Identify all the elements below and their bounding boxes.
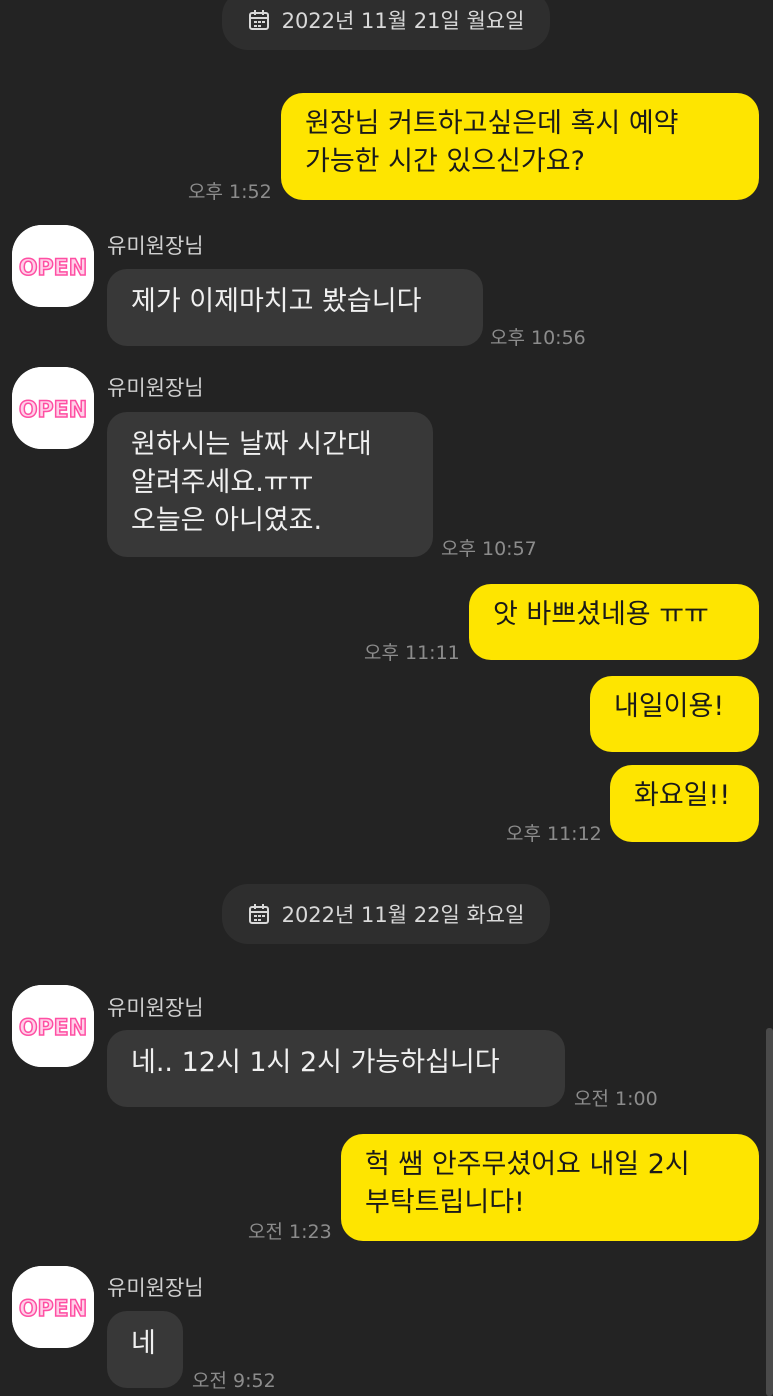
date-label: 2022년 11월 22일 화요일	[281, 903, 525, 927]
calendar-icon	[248, 10, 269, 30]
message-time: 오후 11:11	[364, 642, 460, 664]
svg-text:OPEN: OPEN	[19, 1016, 87, 1041]
message-time: 오전 1:00	[574, 1088, 658, 1110]
avatar[interactable]: OPEN	[12, 1266, 94, 1348]
message-time: 오후 11:12	[506, 823, 602, 845]
message-bubble-received[interactable]: 제가 이제마치고 봤습니다	[107, 269, 483, 346]
scrollbar[interactable]	[766, 1028, 773, 1396]
message-time: 오전 1:23	[248, 1221, 332, 1243]
message-bubble-received[interactable]: 네	[107, 1311, 183, 1388]
avatar[interactable]: OPEN	[12, 367, 94, 449]
sender-name: 유미원장님	[107, 1276, 204, 1300]
svg-text:OPEN: OPEN	[19, 398, 87, 423]
message-time: 오전 9:52	[192, 1370, 276, 1392]
message-time: 오후 10:56	[490, 327, 586, 349]
sender-name: 유미원장님	[107, 376, 204, 400]
open-sign-icon: OPEN	[12, 225, 94, 307]
message-bubble-sent[interactable]: 헉 쌤 안주무셨어요 내일 2시 부탁트립니다!	[341, 1134, 759, 1241]
sender-name: 유미원장님	[107, 996, 204, 1020]
message-bubble-sent[interactable]: 화요일!!	[610, 765, 759, 842]
message-bubble-sent[interactable]: 앗 바쁘셨네용 ㅠㅠ	[469, 584, 759, 660]
open-sign-icon: OPEN	[12, 985, 94, 1067]
date-separator: 2022년 11월 22일 화요일	[222, 884, 550, 944]
open-sign-icon: OPEN	[12, 1266, 94, 1348]
calendar-icon	[248, 904, 269, 924]
svg-text:OPEN: OPEN	[19, 256, 87, 281]
message-bubble-received[interactable]: 원하시는 날짜 시간대 알려주세요.ㅠㅠ 오늘은 아니였죠.	[107, 412, 433, 557]
message-time: 오후 1:52	[188, 181, 272, 203]
message-bubble-received[interactable]: 네.. 12시 1시 2시 가능하십니다	[107, 1030, 565, 1107]
open-sign-icon: OPEN	[12, 367, 94, 449]
message-time: 오후 10:57	[441, 538, 537, 560]
message-bubble-sent[interactable]: 원장님 커트하고싶은데 혹시 예약 가능한 시간 있으신가요?	[281, 93, 759, 200]
avatar[interactable]: OPEN	[12, 985, 94, 1067]
svg-text:OPEN: OPEN	[19, 1297, 87, 1322]
avatar[interactable]: OPEN	[12, 225, 94, 307]
date-separator: 2022년 11월 21일 월요일	[222, 0, 550, 50]
sender-name: 유미원장님	[107, 234, 204, 258]
date-label: 2022년 11월 21일 월요일	[281, 9, 525, 33]
message-bubble-sent[interactable]: 내일이용!	[590, 676, 759, 752]
